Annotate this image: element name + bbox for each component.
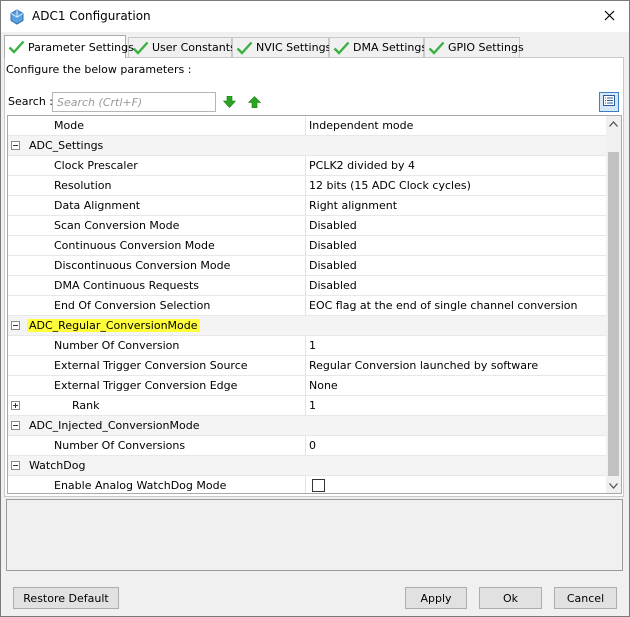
property-value[interactable]: 1 [305, 396, 605, 415]
category-row[interactable]: ADC_Regular_ConversionMode [8, 316, 606, 336]
property-row[interactable]: Data Alignment Right alignment [8, 196, 606, 216]
chevron-down-icon[interactable] [606, 478, 621, 493]
apply-button[interactable]: Apply [405, 587, 467, 609]
close-icon [604, 10, 615, 24]
property-name: External Trigger Conversion Source [54, 359, 248, 372]
property-name: Continuous Conversion Mode [54, 239, 215, 252]
tab-label: NVIC Settings [256, 41, 332, 54]
tab-parameter-settings[interactable]: Parameter Settings [4, 35, 134, 58]
property-value[interactable]: Disabled [305, 256, 605, 275]
expand-icon[interactable] [11, 401, 20, 410]
property-row[interactable]: External Trigger Conversion Edge None [8, 376, 606, 396]
tab-label: Parameter Settings [28, 40, 134, 54]
tab-label: User Constants [152, 41, 236, 54]
property-row[interactable]: Resolution 12 bits (15 ADC Clock cycles) [8, 176, 606, 196]
list-view-icon [603, 95, 615, 109]
arrow-up-icon[interactable] [247, 96, 262, 109]
description-panel [6, 499, 623, 571]
property-name: Clock Prescaler [54, 159, 138, 172]
property-value[interactable]: PCLK2 divided by 4 [305, 156, 605, 175]
collapse-icon[interactable] [11, 321, 20, 330]
cancel-button[interactable]: Cancel [554, 587, 617, 609]
configure-label: Configure the below parameters : [6, 63, 192, 76]
checkbox[interactable] [312, 479, 325, 492]
property-value-cell [305, 476, 605, 493]
check-icon [236, 41, 253, 55]
tab-strip: Parameter Settings User Constants NVIC S… [4, 35, 624, 58]
property-row[interactable]: Rank 1 [8, 396, 606, 416]
category-label: ADC_Injected_ConversionMode [29, 419, 200, 432]
property-grid: Mode Independent mode ADC_Settings Clock Pr… [7, 115, 622, 494]
check-icon [428, 41, 445, 55]
property-row[interactable]: Number Of Conversions 0 [8, 436, 606, 456]
category-row[interactable]: ADC_Settings [8, 136, 606, 156]
collapse-icon[interactable] [11, 141, 20, 150]
property-row[interactable]: External Trigger Conversion Source Regula… [8, 356, 606, 376]
close-button[interactable] [593, 3, 625, 30]
property-name: Data Alignment [54, 199, 141, 212]
property-name: DMA Continuous Requests [54, 279, 200, 292]
property-value[interactable]: Independent mode [305, 116, 605, 135]
category-row[interactable]: WatchDog [8, 456, 606, 476]
restore-default-button[interactable]: Restore Default [13, 587, 119, 609]
tab-user-constants[interactable]: User Constants [128, 37, 236, 57]
category-row[interactable]: ADC_Injected_ConversionMode [8, 416, 606, 436]
vertical-scrollbar[interactable] [606, 116, 621, 493]
adc1-configuration-window: ADC1 Configuration Parameter Settings Us… [0, 0, 630, 617]
property-row[interactable]: End Of Conversion Selection EOC flag at t… [8, 296, 606, 316]
property-value[interactable]: Disabled [305, 276, 605, 295]
chevron-up-icon[interactable] [606, 116, 621, 131]
property-row[interactable]: Discontinuous Conversion Mode Disabled [8, 256, 606, 276]
property-name: Scan Conversion Mode [54, 219, 180, 232]
tab-label: DMA Settings [353, 41, 428, 54]
property-row[interactable]: Enable Analog WatchDog Mode [8, 476, 606, 493]
property-value[interactable]: Disabled [305, 216, 605, 235]
property-value[interactable]: Disabled [305, 236, 605, 255]
check-icon [333, 41, 350, 55]
property-name: External Trigger Conversion Edge [54, 379, 238, 392]
arrow-down-icon[interactable] [222, 95, 237, 108]
property-row[interactable]: Scan Conversion Mode Disabled [8, 216, 606, 236]
category-label: ADC_Regular_ConversionMode [27, 319, 200, 332]
property-value[interactable]: 1 [305, 336, 605, 355]
property-value[interactable]: None [305, 376, 605, 395]
cube-icon [9, 9, 25, 25]
ok-button[interactable]: Ok [479, 587, 542, 609]
property-name: Mode [54, 119, 84, 132]
property-row[interactable]: Mode Independent mode [8, 116, 606, 136]
collapse-icon[interactable] [11, 421, 20, 430]
property-row[interactable]: Continuous Conversion Mode Disabled [8, 236, 606, 256]
scrollbar-thumb[interactable] [608, 152, 619, 476]
search-input[interactable] [52, 92, 216, 112]
list-view-button[interactable] [599, 92, 619, 112]
tab-nvic-settings[interactable]: NVIC Settings [232, 37, 332, 57]
tab-label: GPIO Settings [448, 41, 524, 54]
property-name: Number Of Conversion [54, 339, 180, 352]
property-row[interactable]: DMA Continuous Requests Disabled [8, 276, 606, 296]
search-label: Search : [8, 95, 53, 108]
category-label: WatchDog [29, 459, 86, 472]
property-name: Rank [72, 399, 100, 412]
property-name: Discontinuous Conversion Mode [54, 259, 231, 272]
property-row[interactable]: Clock Prescaler PCLK2 divided by 4 [8, 156, 606, 176]
check-icon [8, 40, 25, 54]
category-label: ADC_Settings [29, 139, 104, 152]
collapse-icon[interactable] [11, 461, 20, 470]
window-title: ADC1 Configuration [32, 9, 151, 23]
tab-gpio-settings[interactable]: GPIO Settings [424, 37, 524, 57]
property-value[interactable]: Regular Conversion launched by software [305, 356, 605, 375]
property-value[interactable]: 12 bits (15 ADC Clock cycles) [305, 176, 605, 195]
check-icon [132, 41, 149, 55]
property-name: Number Of Conversions [54, 439, 186, 452]
title-bar: ADC1 Configuration [1, 1, 629, 32]
property-name: End Of Conversion Selection [54, 299, 211, 312]
property-row[interactable]: Number Of Conversion 1 [8, 336, 606, 356]
property-value[interactable]: EOC flag at the end of single channel co… [305, 296, 605, 315]
tab-dma-settings[interactable]: DMA Settings [329, 37, 428, 57]
property-name: Resolution [54, 179, 112, 192]
property-value[interactable]: 0 [305, 436, 605, 455]
property-name: Enable Analog WatchDog Mode [54, 479, 227, 492]
property-value[interactable]: Right alignment [305, 196, 605, 215]
